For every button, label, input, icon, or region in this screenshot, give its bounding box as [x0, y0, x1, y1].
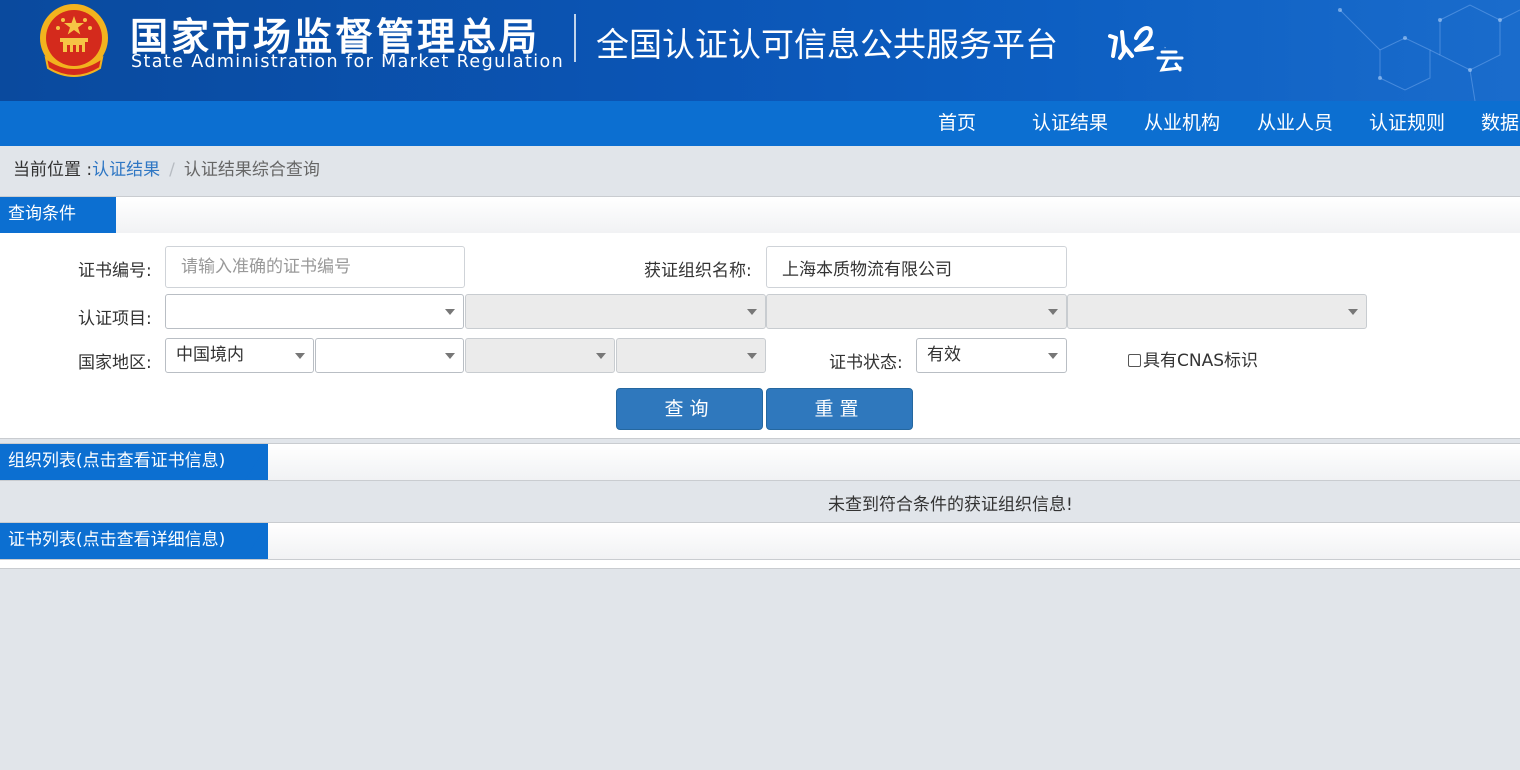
chevron-down-icon [747, 353, 757, 359]
cert-status-label: 证书状态: [829, 353, 903, 373]
region-select-city [465, 338, 615, 373]
reset-button[interactable]: 重置 [766, 388, 913, 430]
chevron-down-icon [1348, 309, 1358, 315]
cert-list-body [0, 560, 1520, 569]
chevron-down-icon [445, 309, 455, 315]
org-list-empty-message: 未查到符合条件的获证组织信息! [828, 495, 1073, 515]
region-label: 国家地区: [78, 353, 152, 373]
cert-list-panel-tab: 证书列表(点击查看详细信息) [0, 523, 268, 559]
cnas-checkbox-label[interactable]: 具有CNAS标识 [1143, 351, 1258, 371]
nav-item-institutions[interactable]: 从业机构 [1144, 101, 1220, 146]
chevron-down-icon [1048, 309, 1058, 315]
org-list-empty-row [0, 486, 1520, 522]
org-name-label: 获证组织名称: [644, 261, 752, 281]
org-name-english: State Administration for Market Regulati… [131, 52, 565, 72]
chevron-down-icon [295, 353, 305, 359]
chevron-down-icon [747, 309, 757, 315]
breadcrumb: 当前位置 :认证结果 / 认证结果综合查询 [13, 155, 320, 180]
region-select-country[interactable]: 中国境内 [165, 338, 314, 373]
region-select-district [616, 338, 766, 373]
nav-item-cert-results[interactable]: 认证结果 [1032, 101, 1108, 146]
cnas-checkbox-wrap[interactable]: 具有CNAS标识 [1128, 346, 1258, 371]
main-nav: 首页 认证结果 从业机构 从业人员 认证规则 数据 [0, 101, 1520, 146]
nav-item-data[interactable]: 数据 [1481, 101, 1519, 146]
query-panel-tab: 查询条件 [0, 197, 116, 233]
org-list-panel-tab: 组织列表(点击查看证书信息) [0, 444, 268, 480]
site-header: 国家市场监督管理总局 State Administration for Mark… [0, 0, 1520, 101]
breadcrumb-link-cert-results[interactable]: 认证结果 [92, 160, 160, 180]
platform-title: 全国认证认可信息公共服务平台 [596, 25, 1058, 64]
breadcrumb-current: 认证结果综合查询 [183, 160, 320, 180]
renyun-logo-icon: 认云 [1108, 26, 1184, 72]
org-list-title: 组织列表(点击查看证书信息) [8, 451, 226, 471]
chevron-down-icon [596, 353, 606, 359]
cert-list-panel-header: 证书列表(点击查看详细信息) [0, 522, 1520, 560]
search-button[interactable]: 查询 [616, 388, 763, 430]
org-name-input[interactable] [766, 246, 1067, 288]
region-select-province[interactable] [315, 338, 464, 373]
org-list-panel-header: 组织列表(点击查看证书信息) [0, 443, 1520, 481]
cert-item-select-3 [766, 294, 1067, 329]
region-select-value: 中国境内 [176, 345, 244, 365]
cert-no-label: 证书编号: [78, 261, 152, 281]
network-pattern-decoration [1338, 4, 1520, 101]
chevron-down-icon [1048, 353, 1058, 359]
cert-item-select-4 [1067, 294, 1367, 329]
cert-item-select-1[interactable] [165, 294, 464, 329]
national-emblem-icon [40, 4, 108, 77]
nav-item-personnel[interactable]: 从业人员 [1257, 101, 1333, 146]
breadcrumb-separator: / [169, 160, 175, 180]
chevron-down-icon [445, 353, 455, 359]
query-panel-title: 查询条件 [8, 204, 76, 224]
cert-item-select-2 [465, 294, 766, 329]
breadcrumb-prefix: 当前位置 : [13, 160, 93, 180]
cert-no-input[interactable] [165, 246, 465, 288]
query-panel-header: 查询条件 [0, 196, 1520, 234]
cert-status-select[interactable]: 有效 [916, 338, 1067, 373]
nav-item-home[interactable]: 首页 [938, 101, 976, 146]
header-divider [574, 14, 576, 62]
cert-item-label: 认证项目: [78, 309, 152, 329]
cert-list-title: 证书列表(点击查看详细信息) [8, 530, 226, 550]
cert-status-value: 有效 [927, 345, 961, 365]
svg-text:认云: 认云 [1164, 46, 1166, 49]
nav-item-cert-rules[interactable]: 认证规则 [1369, 101, 1445, 146]
cnas-checkbox[interactable] [1128, 354, 1141, 367]
